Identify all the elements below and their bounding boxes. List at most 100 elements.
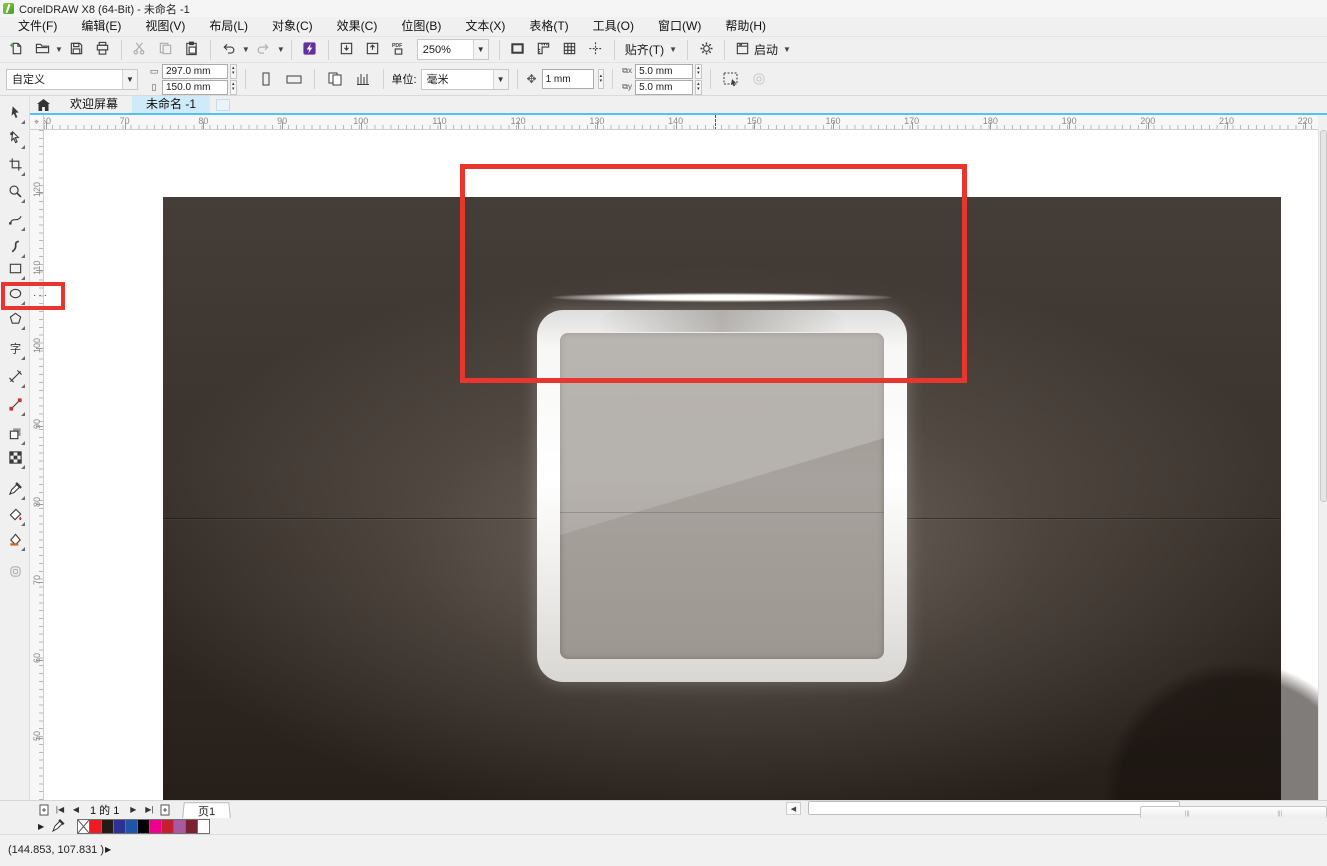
search-content-icon [302, 41, 317, 59]
pdf-button[interactable]: PDF [387, 39, 411, 61]
page-height-spinner[interactable]: ▴▾ [230, 80, 237, 95]
menu-bitmaps[interactable]: 位图(B) [389, 17, 453, 36]
page-height-field[interactable]: 150.0 mm [162, 80, 228, 95]
menu-layout[interactable]: 布局(L) [197, 17, 260, 36]
menu-edit[interactable]: 编辑(E) [69, 17, 133, 36]
units-select[interactable]: 毫米 ▼ [421, 69, 509, 90]
horizontal-scrollbar-thumb[interactable] [808, 801, 1180, 815]
color-eyedropper-tool[interactable] [4, 479, 26, 501]
dimension-tool[interactable] [4, 367, 26, 389]
zoom-icon [8, 184, 23, 202]
menu-tools[interactable]: 工具(O) [581, 17, 646, 36]
polygon-tool[interactable] [4, 309, 26, 331]
first-page-button[interactable]: |◀ [52, 803, 68, 817]
home-tab-button[interactable] [30, 96, 56, 113]
save-button[interactable] [65, 39, 89, 61]
vertical-ruler[interactable]: 1201101009080706050 [30, 130, 44, 800]
tab-untitled-document[interactable]: 未命名 -1 [132, 96, 210, 113]
menu-view[interactable]: 视图(V) [133, 17, 197, 36]
shape-icon [8, 130, 23, 148]
undo-button[interactable] [217, 39, 241, 61]
cut-button [128, 39, 152, 61]
nudge-spinner[interactable]: ▴▾ [598, 69, 605, 89]
new-document-icon [9, 41, 24, 59]
text-tool[interactable]: 字 [4, 339, 26, 361]
palette-eyedropper-icon[interactable] [52, 818, 66, 835]
next-page-button[interactable]: ▶ [125, 803, 141, 817]
page-preset-select[interactable]: 自定义 ▼ [6, 69, 138, 90]
chevron-down-icon[interactable]: ▼ [242, 45, 250, 54]
rectangle-tool[interactable] [4, 259, 26, 281]
outline-tool [4, 562, 26, 584]
artistic-media-tool[interactable] [4, 237, 26, 259]
add-page-before-button[interactable] [36, 803, 52, 817]
chevron-down-icon: ▼ [473, 40, 488, 59]
page-width-spinner[interactable]: ▴▾ [230, 64, 237, 79]
chevron-down-icon[interactable]: ▼ [277, 45, 285, 54]
ruler-origin-corner[interactable]: ⌖ [30, 115, 44, 130]
zoom-level-select[interactable]: 250%▼ [417, 39, 489, 60]
zoom-tool[interactable] [4, 182, 26, 204]
all-pages-button[interactable] [323, 68, 347, 90]
menu-object[interactable]: 对象(C) [260, 17, 325, 36]
duplicate-x-icon: ⧉x [621, 66, 633, 76]
horizontal-ruler[interactable]: 6070809010011012013014015016017018019020… [44, 115, 1318, 130]
snap-to-dropdown[interactable]: 贴齐(T)▼ [621, 41, 681, 58]
last-page-button[interactable]: ▶| [141, 803, 157, 817]
paste-button[interactable] [180, 39, 204, 61]
smart-fill-tool[interactable] [4, 530, 26, 552]
crop-tool[interactable] [4, 155, 26, 177]
status-flyout-arrow[interactable]: ▶ [105, 845, 111, 854]
duplicate-x-spinner[interactable]: ▴▾ [695, 64, 702, 79]
previous-page-button[interactable]: ◀ [68, 803, 84, 817]
treat-as-filled-button[interactable] [719, 68, 743, 90]
options-button[interactable] [694, 39, 718, 61]
launch-label: 启动 [754, 41, 778, 58]
menu-text[interactable]: 文本(X) [453, 17, 517, 36]
transparency-tool[interactable] [4, 448, 26, 470]
nudge-field[interactable]: 1 mm [542, 69, 594, 89]
show-rulers-button[interactable] [532, 39, 556, 61]
menu-table[interactable]: 表格(T) [517, 17, 580, 36]
chevron-down-icon[interactable]: ▼ [55, 45, 63, 54]
page-width-field[interactable]: 297.0 mm [162, 64, 228, 79]
shape-tool[interactable] [4, 128, 26, 150]
freehand-tool[interactable] [4, 210, 26, 232]
duplicate-x-field[interactable]: 5.0 mm [635, 64, 693, 79]
portrait-button[interactable] [254, 68, 278, 90]
print-button[interactable] [91, 39, 115, 61]
import-button[interactable] [335, 39, 359, 61]
open-button[interactable] [30, 39, 54, 61]
landscape-button[interactable] [282, 68, 306, 90]
export-button[interactable] [361, 39, 385, 61]
fullscreen-preview-button[interactable] [506, 39, 530, 61]
title-bar: CorelDRAW X8 (64-Bit) - 未命名 -1 [0, 0, 1327, 17]
menu-effects[interactable]: 效果(C) [325, 17, 390, 36]
connector-tool[interactable] [4, 395, 26, 417]
menu-help[interactable]: 帮助(H) [713, 17, 778, 36]
current-page-button[interactable] [351, 68, 375, 90]
page-1-tab[interactable]: 页1 [183, 802, 232, 818]
interactive-fill-tool[interactable] [4, 505, 26, 527]
show-grid-button[interactable] [558, 39, 582, 61]
application-launcher-dropdown[interactable]: 启动▼ [731, 41, 795, 59]
show-guidelines-button[interactable] [584, 39, 608, 61]
menu-file[interactable]: 文件(F) [6, 17, 69, 36]
menu-window[interactable]: 窗口(W) [646, 17, 713, 36]
add-page-after-button[interactable] [157, 803, 173, 817]
drop-shadow-tool[interactable] [4, 424, 26, 446]
tab-welcome-screen[interactable]: 欢迎屏幕 [56, 96, 132, 113]
new-tab-button[interactable] [216, 99, 230, 111]
duplicate-y-field[interactable]: 5.0 mm [635, 80, 693, 95]
vertical-scrollbar[interactable] [1318, 130, 1327, 800]
color-swatch[interactable] [197, 819, 210, 834]
search-content-button[interactable] [298, 39, 322, 61]
vertical-scrollbar-thumb[interactable] [1320, 130, 1327, 502]
palette-flyout-arrow[interactable]: ▶ [38, 822, 44, 831]
duplicate-y-spinner[interactable]: ▴▾ [695, 80, 702, 95]
save-icon [69, 41, 84, 59]
pick-tool[interactable] [4, 103, 26, 125]
hscroll-left-arrow[interactable]: ◀ [786, 802, 801, 815]
new-document-button[interactable] [4, 39, 28, 61]
svg-text:字: 字 [9, 342, 20, 356]
